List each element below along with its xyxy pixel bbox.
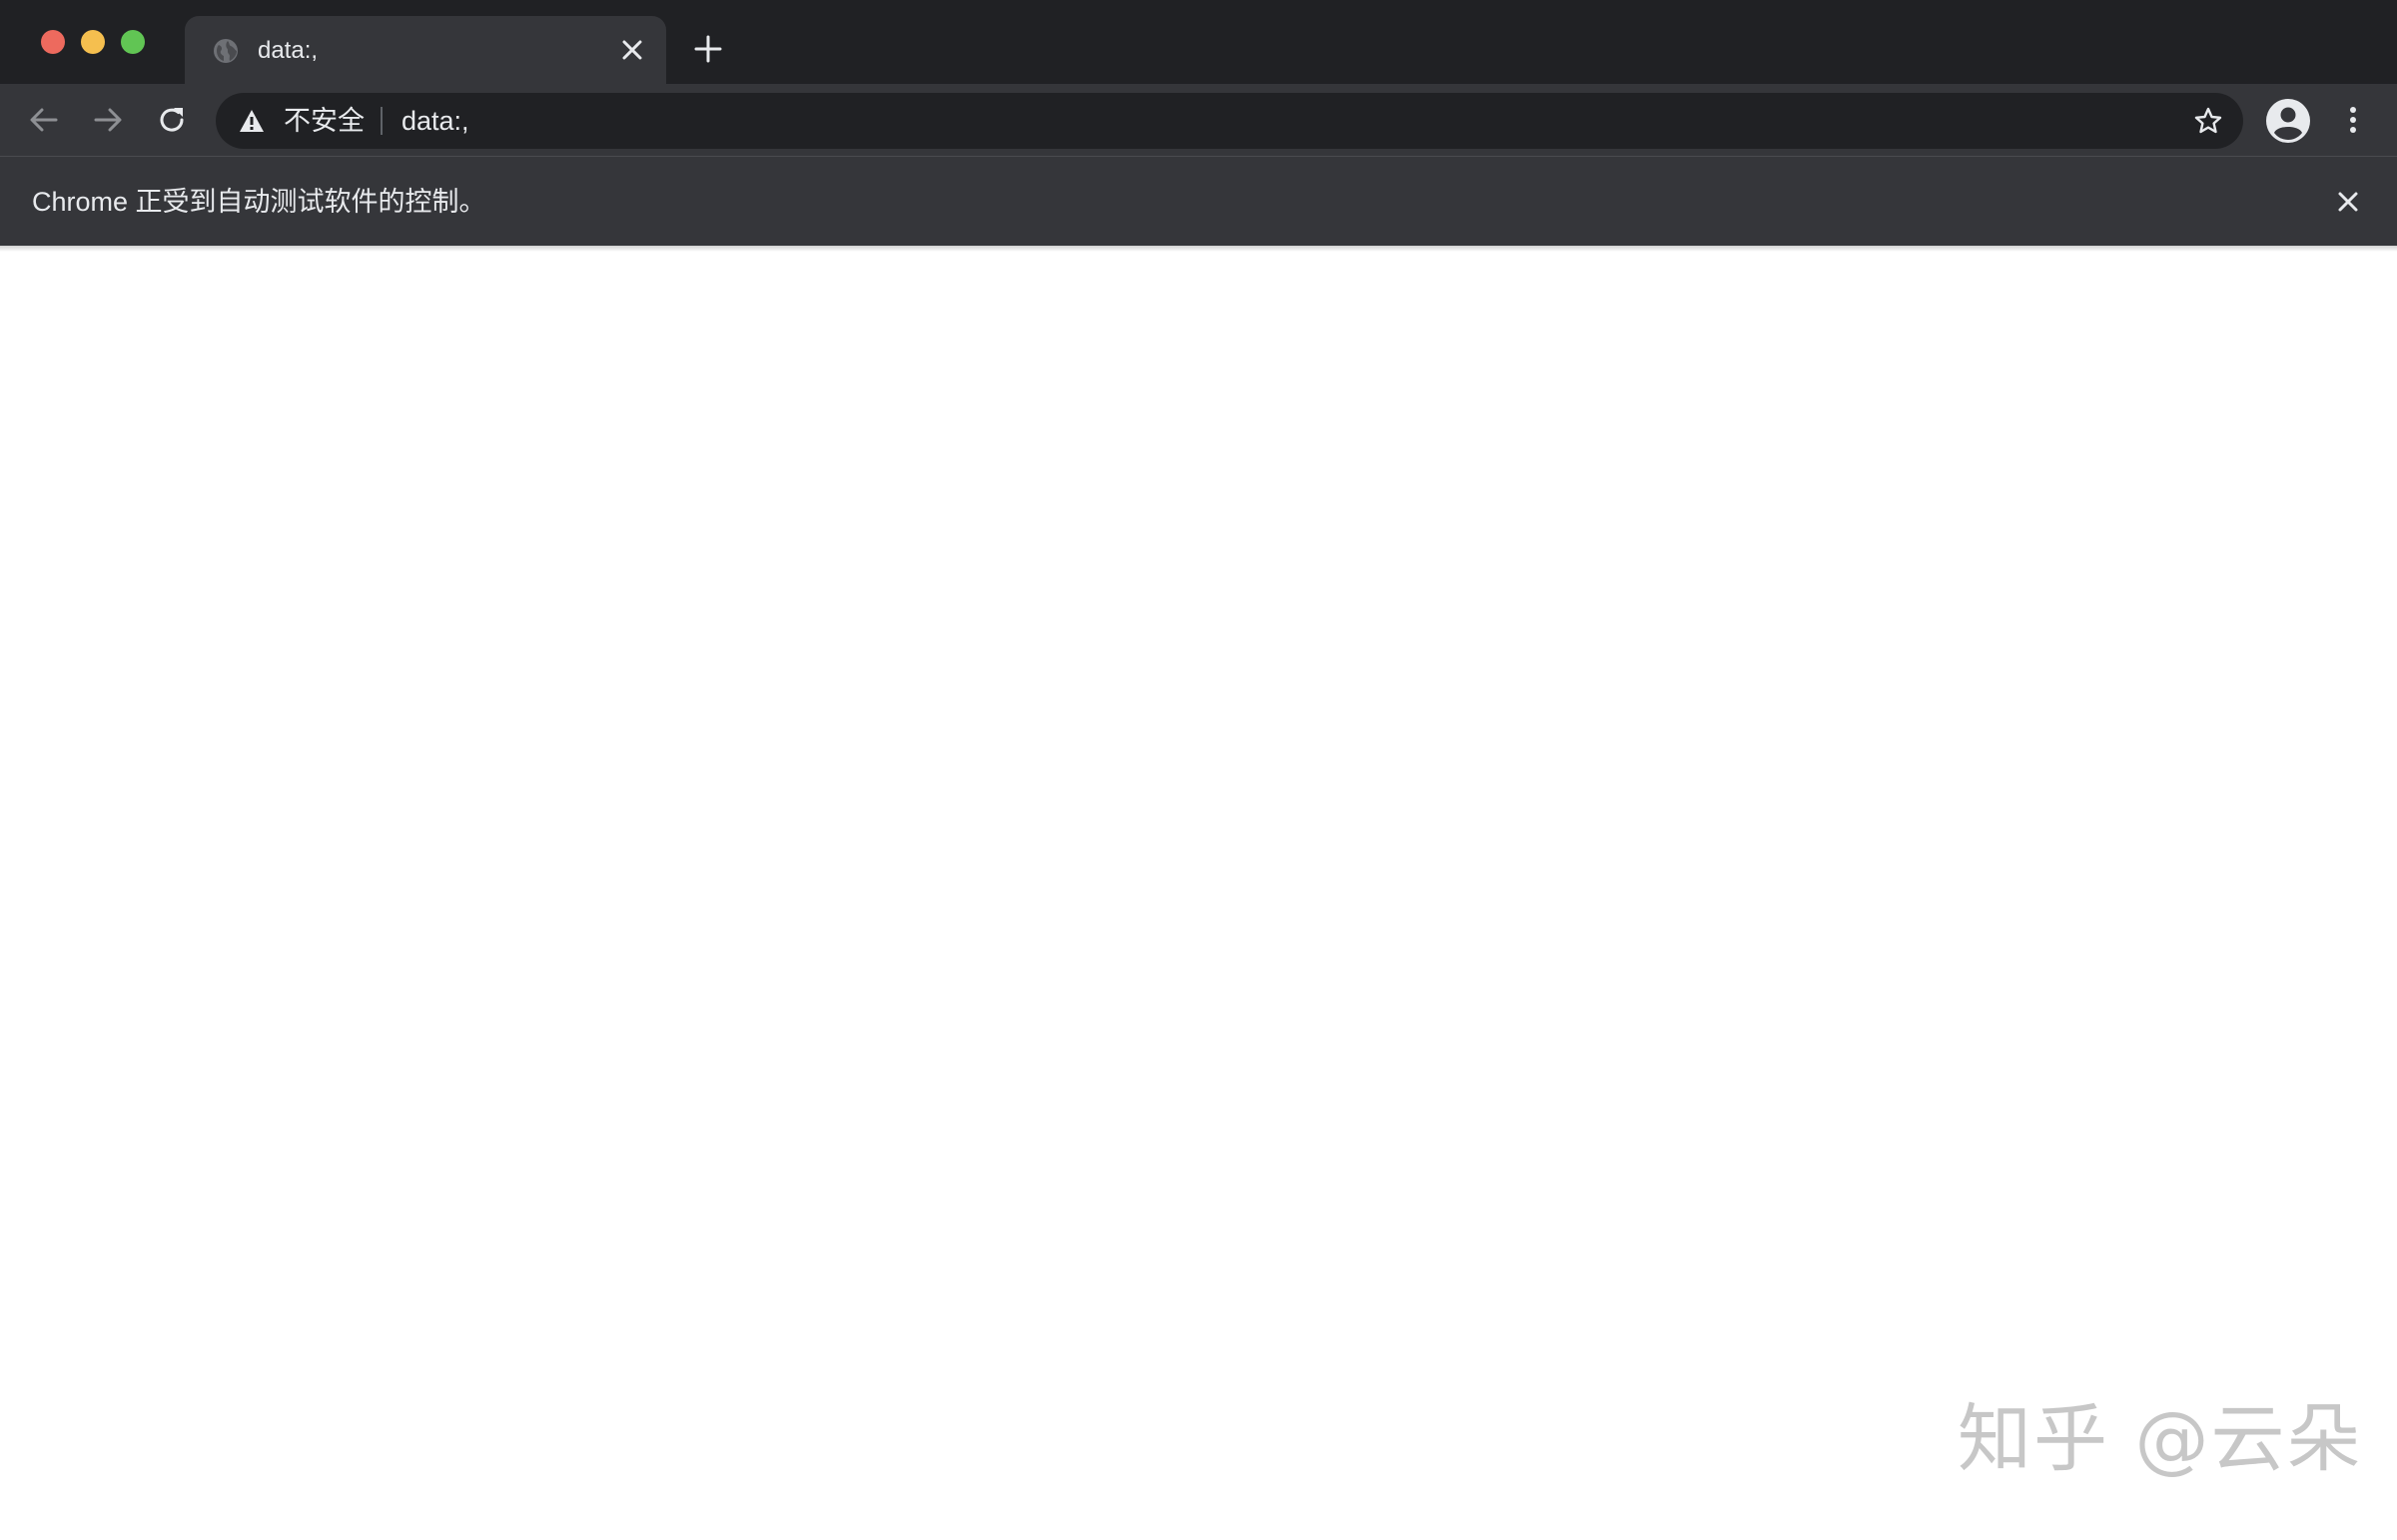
account-circle-icon[interactable] (2265, 98, 2311, 144)
page-content: 知乎 @云朵 (0, 246, 2397, 1540)
tab-strip: data:, (0, 0, 2397, 84)
kebab-menu-icon[interactable] (2341, 102, 2365, 138)
window-close-button[interactable] (41, 30, 65, 54)
address-bar[interactable]: 不安全 data:, (216, 93, 2243, 149)
new-tab-icon[interactable] (692, 33, 724, 65)
omnibox-divider (381, 107, 383, 135)
reload-icon[interactable] (154, 102, 190, 138)
url-text[interactable]: data:, (401, 102, 469, 140)
tab-active[interactable]: data:, (185, 16, 666, 84)
automation-infobar: Chrome 正受到自动测试软件的控制。 (0, 156, 2397, 246)
globe-icon (211, 36, 241, 66)
window-zoom-button[interactable] (121, 30, 145, 54)
browser-window: data:, 不安全 data:, Chrome 正受到自动测试软件的控制。 知… (0, 0, 2397, 1540)
window-minimize-button[interactable] (81, 30, 105, 54)
star-icon[interactable] (2193, 106, 2223, 136)
warning-triangle-icon[interactable] (238, 108, 266, 134)
toolbar: 不安全 data:, (0, 84, 2397, 156)
tab-close-icon[interactable] (620, 38, 644, 62)
tab-title: data:, (258, 37, 319, 64)
infobar-close-icon[interactable] (2335, 189, 2361, 215)
arrow-left-icon[interactable] (26, 102, 62, 138)
watermark: 知乎 @云朵 (1958, 1396, 2363, 1482)
security-status-label[interactable]: 不安全 (284, 102, 365, 140)
arrow-right-icon[interactable] (90, 102, 126, 138)
infobar-message: Chrome 正受到自动测试软件的控制。 (32, 187, 486, 217)
